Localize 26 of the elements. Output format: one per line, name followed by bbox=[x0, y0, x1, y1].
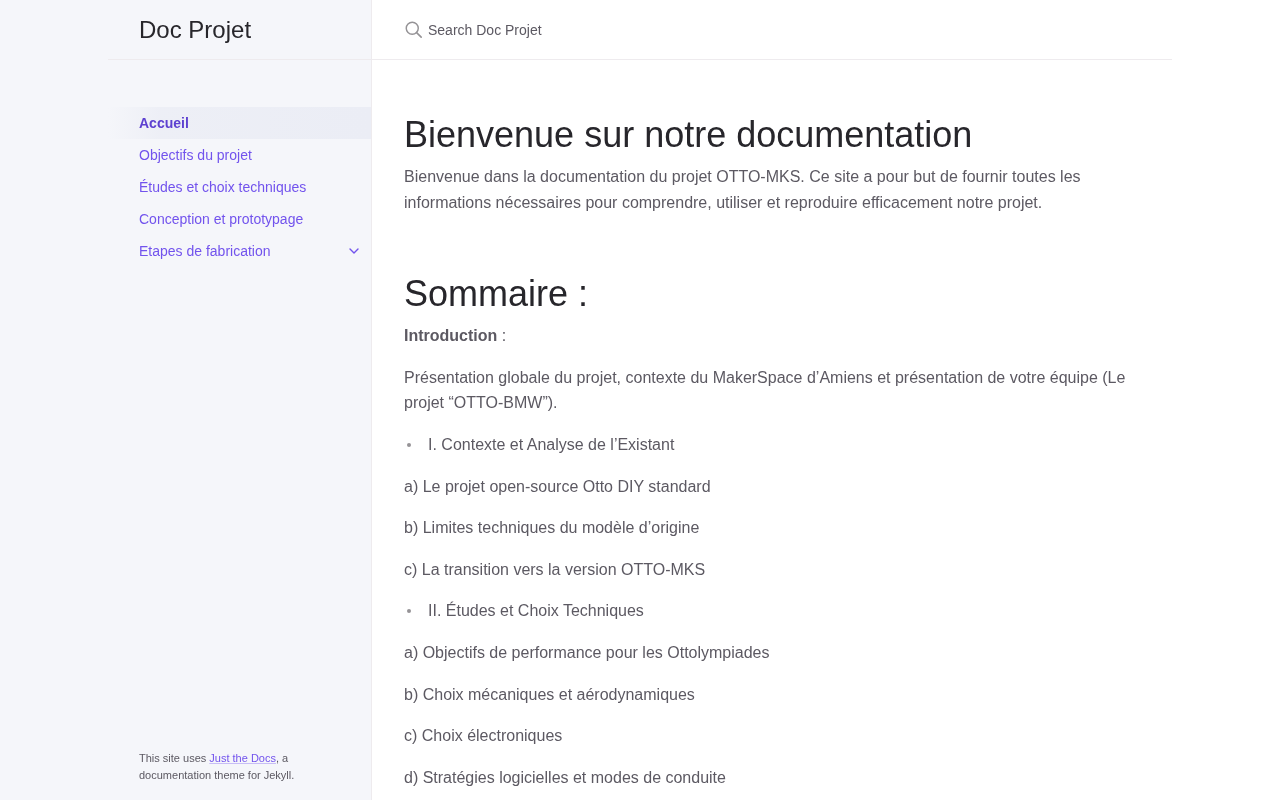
nav-link[interactable]: Études et choix techniques bbox=[108, 171, 371, 203]
paragraph: b) Limites techniques du modèle d’origine bbox=[404, 518, 701, 539]
paragraph: d) Stratégies logicielles et modes de conduite bbox=[404, 767, 727, 788]
paragraph: c) Choix électroniques bbox=[404, 726, 564, 747]
paragraph: a) Le projet open-source Otto DIY standard bbox=[404, 476, 712, 497]
list-item: I. Contexte et Analyse de l’Existant bbox=[428, 434, 675, 455]
search-icon bbox=[405, 21, 422, 38]
nav-link[interactable]: Etapes de fabrication bbox=[108, 235, 343, 267]
paragraph: b) Choix mécaniques et aérodynamiques bbox=[404, 684, 696, 705]
search-field[interactable]: Search Doc Projet bbox=[428, 19, 1172, 40]
bullet-icon bbox=[407, 442, 411, 447]
list-item: II. Études et Choix Techniques bbox=[428, 600, 644, 622]
page-heading: Bienvenue sur notre documentation bbox=[404, 113, 974, 157]
paragraph: Présentation globale du projet, contexte du MakerSpace d’Amiens et présentation de votre équipe (Le projet “OTTO-BMW”). bbox=[404, 367, 1127, 414]
paragraph: c) La transition vers la version OTTO-MKS bbox=[404, 559, 707, 580]
site-title[interactable]: Doc Projet bbox=[139, 14, 252, 45]
bullet-icon bbox=[407, 609, 411, 614]
paragraph: Bienvenue dans la documentation du projet OTTO-MKS. Ce site a pour but de fournir toutes les informations nécessaires pour comprendre, utiliser et reproduire efficacement notre projet. bbox=[404, 167, 1082, 213]
chevron-down-icon[interactable] bbox=[349, 248, 359, 254]
footer-link[interactable]: Just the Docs bbox=[209, 752, 276, 764]
paragraph: Introduction : bbox=[404, 326, 508, 347]
paragraph: a) Objectifs de performance pour les Ottolympiades bbox=[404, 642, 771, 663]
footer-text: This site uses Just the Docs, a documentation theme for Jekyll. bbox=[139, 751, 296, 783]
nav-link[interactable]: Objectifs du projet bbox=[108, 139, 371, 171]
page-heading: Sommaire : bbox=[404, 272, 590, 317]
nav-link[interactable]: Conception et prototypage bbox=[108, 203, 371, 235]
